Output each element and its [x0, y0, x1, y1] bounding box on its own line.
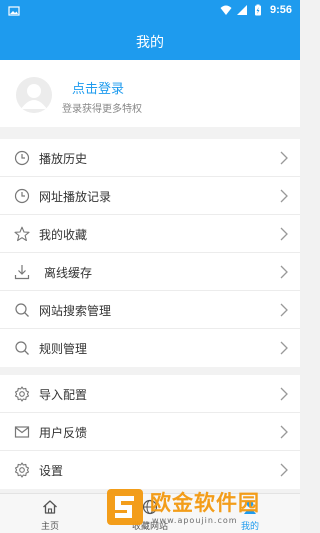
menu-item-label: 离线缓存 — [44, 266, 93, 280]
star-icon — [14, 226, 30, 242]
menu-item-label: 用户反馈 — [39, 426, 88, 440]
chevron-right-icon — [280, 265, 288, 279]
chevron-right-icon — [280, 189, 288, 203]
tab-home[interactable]: 主页 — [0, 494, 100, 533]
menu-group-settings: 导入配置 用户反馈 设置 — [0, 375, 300, 489]
menu-item-feedback[interactable]: 用户反馈 — [0, 413, 300, 451]
menu-item-label: 设置 — [39, 464, 64, 478]
watermark-text: 欧金软件园 — [150, 491, 260, 515]
mail-icon — [14, 426, 30, 438]
home-icon — [43, 500, 57, 514]
search-icon — [15, 303, 29, 317]
menu-item-favorites[interactable]: 我的收藏 — [0, 215, 300, 253]
chevron-right-icon — [280, 387, 288, 401]
menu-item-url-history[interactable]: 网址播放记录 — [0, 177, 300, 215]
profile-card[interactable]: 点击登录 登录获得更多特权 — [0, 60, 300, 127]
menu-item-label: 播放历史 — [39, 152, 88, 166]
gear-icon — [14, 462, 30, 478]
clock-icon — [14, 188, 30, 204]
menu-item-settings[interactable]: 设置 — [0, 451, 300, 489]
image-notification-icon — [8, 6, 20, 16]
page-title: 我的 — [136, 35, 164, 51]
chevron-right-icon — [280, 227, 288, 241]
login-link[interactable]: 点击登录 — [72, 78, 124, 97]
chevron-right-icon — [280, 341, 288, 355]
gear-icon — [14, 386, 30, 402]
menu-item-play-history[interactable]: 播放历史 — [0, 139, 300, 177]
menu-group-library: 播放历史 网址播放记录 我的收藏 离线缓存 网站搜索管理 规则管理 — [0, 139, 300, 367]
menu-item-import-config[interactable]: 导入配置 — [0, 375, 300, 413]
tab-label: 主页 — [40, 522, 59, 532]
download-icon — [14, 265, 30, 280]
clock-icon — [14, 150, 30, 166]
watermark: 欧金软件园 www.apoujin.com — [106, 486, 292, 530]
cellular-signal-icon — [236, 5, 247, 15]
menu-item-label: 规则管理 — [39, 342, 88, 356]
menu-item-label: 网址播放记录 — [39, 190, 112, 204]
status-bar: 9:56 — [0, 0, 300, 24]
avatar[interactable] — [16, 77, 52, 113]
chevron-right-icon — [280, 151, 288, 165]
menu-item-search-sites[interactable]: 网站搜索管理 — [0, 291, 300, 329]
default-avatar-icon — [16, 77, 52, 113]
chevron-right-icon — [280, 425, 288, 439]
watermark-logo-icon — [107, 489, 143, 525]
menu-item-offline-cache[interactable]: 离线缓存 — [0, 253, 300, 291]
menu-item-label: 导入配置 — [39, 388, 88, 402]
login-hint: 登录获得更多特权 — [62, 104, 142, 115]
menu-item-label: 我的收藏 — [39, 228, 88, 242]
app-bar: 我的 — [0, 24, 300, 60]
menu-item-label: 网站搜索管理 — [39, 304, 112, 318]
watermark-url: www.apoujin.com — [152, 516, 238, 525]
chevron-right-icon — [280, 303, 288, 317]
battery-charging-icon — [254, 4, 261, 16]
menu-item-rules[interactable]: 规则管理 — [0, 329, 300, 367]
wifi-icon — [220, 5, 232, 15]
search-icon — [15, 341, 29, 355]
chevron-right-icon — [280, 463, 288, 477]
status-time: 9:56 — [269, 4, 292, 16]
